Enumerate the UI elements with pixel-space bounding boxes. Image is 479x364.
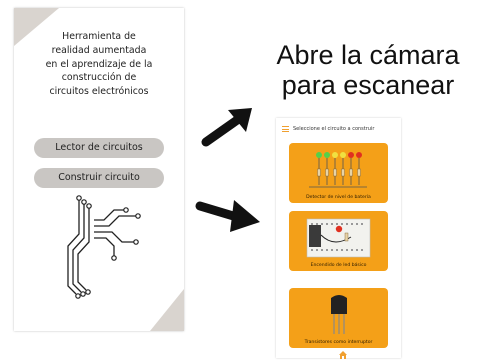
circuit-reader-button[interactable]: Lector de circuitos (34, 138, 164, 158)
app-title-line: Herramienta de (62, 31, 136, 42)
circuit-card-transistor[interactable]: Transistores como interruptor (289, 288, 388, 348)
breadboard-image (301, 215, 376, 259)
decorative-corner-bottom (150, 289, 184, 331)
header-title: Seleccione el circuito a construir (293, 126, 375, 132)
card-label: Encendido de led básico (310, 263, 367, 268)
caption-line: para escanear (281, 70, 455, 100)
app-title-line: en el aprendizaje de la (45, 58, 153, 70)
arrow-icon (195, 200, 260, 232)
build-circuit-button[interactable]: Construir circuito (34, 168, 164, 188)
circuit-card-led[interactable]: Encendido de led básico (289, 211, 388, 271)
card-label: Detector de nivel de batería (306, 195, 371, 200)
transistor-image (301, 292, 376, 336)
menu-icon[interactable] (282, 126, 289, 134)
scan-caption: Abre la cámara para escanear (258, 40, 478, 100)
circuit-card-battery[interactable]: Detector de nivel de batería (289, 143, 388, 203)
app-title-line: construcción de (61, 72, 137, 84)
arrow-icon (201, 108, 252, 147)
caption-line: Abre la cámara (276, 40, 460, 70)
home-icon[interactable] (338, 350, 348, 360)
led-array-image (301, 147, 376, 191)
card-label: Transistores como interruptor (304, 340, 373, 345)
app-title: Herramienta de realidad aumentada en el … (24, 30, 174, 99)
app-title-line: circuitos electrónicos (49, 86, 149, 98)
circuit-select-screen: Seleccione el circuito a construir Detec… (276, 118, 401, 358)
circuit-trace-icon (67, 195, 141, 299)
screen-header: Seleccione el circuito a construir (276, 118, 401, 140)
start-screen: Herramienta de realidad aumentada en el … (14, 8, 184, 331)
app-title-line: realidad aumentada (51, 44, 147, 56)
